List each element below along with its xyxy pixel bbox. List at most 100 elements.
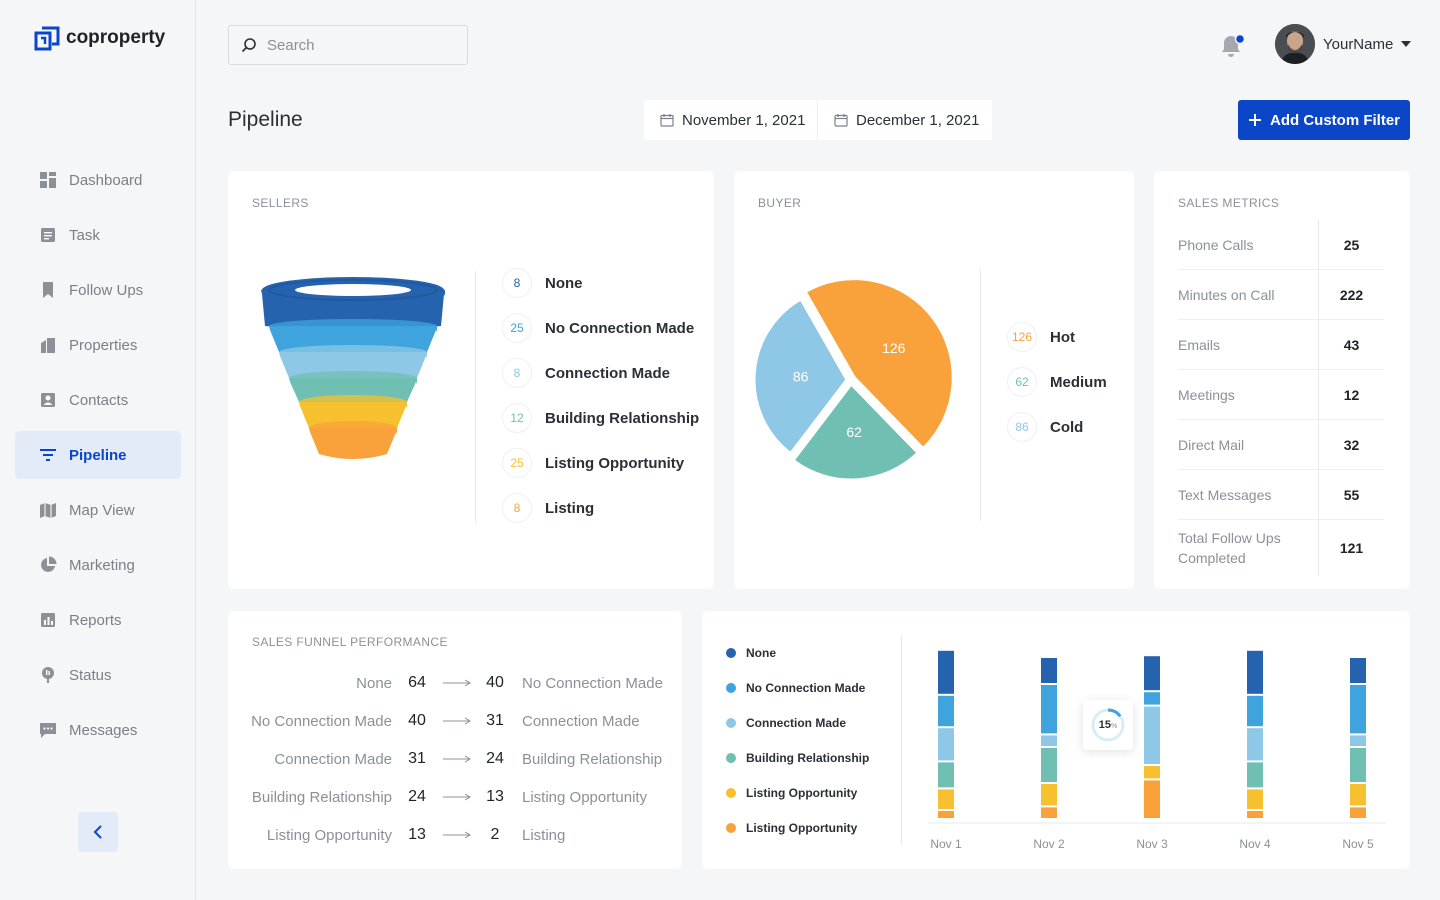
pie-icon [39,556,57,574]
tooltip-unit: % [1111,723,1118,730]
user-photo [1275,24,1315,64]
arrow-right-icon [442,831,472,839]
stage-label: No Connection Made [545,319,695,337]
status-icon [39,666,57,684]
segment-label: Hot [1050,328,1075,346]
metric-value: 55 [1318,470,1384,519]
sidebar-item-marketing[interactable]: Marketing [15,541,181,589]
sidebar-item-label: Messages [69,721,138,739]
x-tick-label: Nov 3 [1136,837,1168,851]
bar-segment[interactable] [1350,685,1366,734]
bar-segment[interactable] [1041,685,1057,734]
sidebar-item-status[interactable]: Status [15,651,181,699]
from-stage: No Connection Made [251,712,392,730]
legend-swatch [726,648,736,658]
from-stage: Connection Made [274,750,392,768]
bar-segment[interactable] [1041,748,1057,782]
bar-segment[interactable] [1144,656,1160,691]
add-custom-filter-button[interactable]: Add Custom Filter [1238,100,1410,140]
sidebar-item-contacts[interactable]: Contacts [15,376,181,424]
sidebar-item-task[interactable]: Task [15,211,181,259]
avatar[interactable] [1275,24,1315,64]
buyer-pie-chart[interactable]: 126 62 86 [748,277,958,487]
start-date-picker[interactable]: November 1, 2021 [644,100,818,140]
brand-logo[interactable]: coproperty [34,24,165,52]
to-stage: Listing [522,826,566,844]
bar-segment[interactable] [1247,811,1263,818]
sidebar-item-follow-ups[interactable]: Follow Ups [15,266,181,314]
x-tick-label: Nov 5 [1342,837,1374,851]
percent-tooltip: 15% [1083,700,1133,750]
metric-row: Total Follow Ups Completed 121 [1178,520,1384,576]
sidebar-item-map-view[interactable]: Map View [15,486,181,534]
message-icon [39,721,57,739]
sellers-legend-item: 25 Listing Opportunity [503,449,684,477]
arrow-right-icon [442,793,472,801]
funnel-performance-card: SALES FUNNEL PERFORMANCE None 64 40 No Conn… [228,611,682,869]
sidebar-item-label: Contacts [69,391,129,409]
notifications-button[interactable] [1218,32,1246,65]
bar-segment[interactable] [1350,735,1366,746]
metric-label: Text Messages [1178,486,1272,503]
bar-segment[interactable] [1350,748,1366,782]
bar-segment[interactable] [1350,658,1366,683]
legend-swatch [726,788,736,798]
stage-label: Connection Made [545,364,671,382]
search-box[interactable] [228,25,468,65]
bar-segment[interactable] [1247,650,1263,694]
bar-segment[interactable] [1144,766,1160,779]
bar-segment[interactable] [1247,762,1263,788]
metric-label: Meetings [1178,386,1235,403]
bar-segment[interactable] [938,811,954,818]
bar-segment[interactable] [1247,695,1263,727]
funnel-performance-row: Building Relationship 24 13 Listing Opportu… [228,785,682,809]
sidebar-item-label: Properties [69,336,138,354]
sidebar-item-pipeline[interactable]: Pipeline [15,431,181,479]
calendar-icon [834,114,848,127]
end-date: December 1, 2021 [856,111,980,129]
collapse-sidebar-button[interactable] [78,812,118,852]
bar-segment[interactable] [1350,807,1366,818]
pie-slice-label: 62 [846,424,862,440]
sidebar-item-dashboard[interactable]: Dashboard [15,156,181,204]
add-custom-filter-label: Add Custom Filter [1270,111,1400,129]
from-count: 31 [408,750,426,767]
sidebar-item-properties[interactable]: Properties [15,321,181,369]
legend-swatch [726,718,736,728]
stacked-bar-chart [928,650,1386,824]
bar-legend-item: Connection Made [726,716,846,730]
bar-segment[interactable] [1247,728,1263,761]
bar-segment[interactable] [1041,807,1057,818]
bar-segment[interactable] [1041,735,1057,746]
legend-swatch [726,753,736,763]
buyer-card: BUYER 126 62 86 126 Hot 62 Medium 86 Cold [734,171,1134,589]
metric-label: Emails [1178,336,1221,353]
bar-segment[interactable] [938,650,954,694]
funnel-performance-title: SALES FUNNEL PERFORMANCE [252,635,448,649]
metric-row: Text Messages 55 [1178,470,1384,520]
bar-segment[interactable] [1041,784,1057,806]
metric-label: Direct Mail [1178,436,1245,453]
search-input[interactable] [267,36,457,54]
end-date-picker[interactable]: December 1, 2021 [818,100,992,140]
sellers-legend-item: 8 Listing [503,494,594,522]
bar-segment[interactable] [938,789,954,809]
bar-segment[interactable] [1144,780,1160,818]
user-name: YourName [1323,35,1394,53]
user-menu[interactable]: YourName [1275,24,1412,64]
bar-segment[interactable] [1350,784,1366,806]
to-count: 13 [486,788,504,805]
sidebar-item-label: Marketing [69,556,135,574]
contact-icon [39,391,57,409]
stage-count-badge: 8 [503,269,531,297]
bar-segment[interactable] [1247,789,1263,809]
bar-segment[interactable] [1144,692,1160,705]
sidebar-item-reports[interactable]: Reports [15,596,181,644]
bar-segment[interactable] [1041,658,1057,683]
bar-segment[interactable] [938,695,954,727]
bar-segment[interactable] [938,762,954,788]
sidebar-item-messages[interactable]: Messages [15,706,181,754]
bar-segment[interactable] [1144,706,1160,764]
funnel-band [309,428,397,459]
bar-segment[interactable] [938,728,954,761]
